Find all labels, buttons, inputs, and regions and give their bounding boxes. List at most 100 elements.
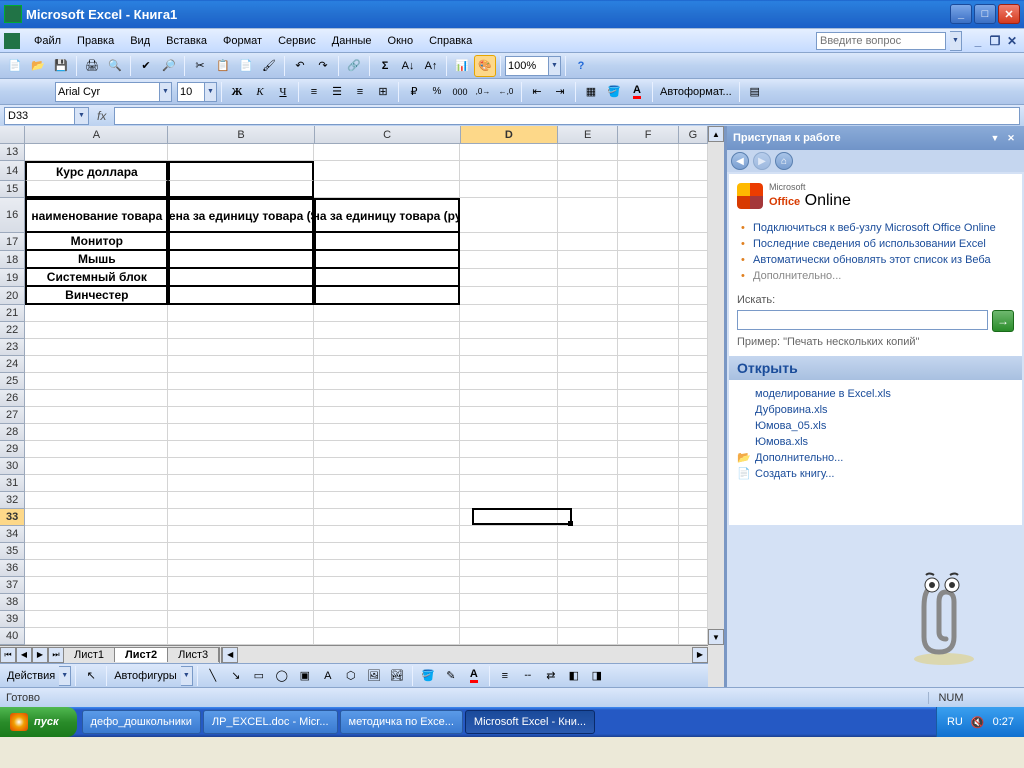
cell-E39[interactable]	[558, 611, 618, 628]
new-button[interactable]: 📄	[4, 55, 26, 77]
row-header-38[interactable]: 38	[0, 594, 25, 611]
cell-C16[interactable]: цена за единицу товара (руб.)	[314, 198, 460, 233]
picture-button[interactable]: 🏞	[386, 665, 408, 687]
namebox-arrow-icon[interactable]: ▼	[74, 108, 88, 124]
sheet-tab-Лист3[interactable]: Лист3	[167, 647, 219, 662]
row-header-32[interactable]: 32	[0, 492, 25, 509]
cell-C19[interactable]	[314, 269, 460, 287]
cell-F24[interactable]	[618, 356, 678, 373]
borders-button[interactable]: ▦	[580, 81, 602, 103]
draw-fill-color-button[interactable]: 🪣	[417, 665, 439, 687]
row-header-36[interactable]: 36	[0, 560, 25, 577]
cell-A24[interactable]	[25, 356, 168, 373]
cell-A29[interactable]	[25, 441, 168, 458]
cell-C17[interactable]	[314, 233, 460, 251]
cell-G27[interactable]	[679, 407, 708, 424]
cell-D32[interactable]	[460, 492, 557, 509]
taskbar-task-2[interactable]: методичка по Exce...	[340, 710, 463, 734]
cell-F13[interactable]	[618, 144, 678, 161]
cell-E33[interactable]	[558, 509, 618, 526]
cell-F37[interactable]	[618, 577, 678, 594]
cell-D16[interactable]	[460, 198, 557, 233]
cell-B14[interactable]	[168, 161, 314, 181]
fill-color-button[interactable]: 🪣	[603, 81, 625, 103]
cell-D23[interactable]	[460, 339, 557, 356]
undo-button[interactable]: ↶	[289, 55, 311, 77]
cell-C28[interactable]	[314, 424, 460, 441]
cell-A37[interactable]	[25, 577, 168, 594]
cell-F26[interactable]	[618, 390, 678, 407]
cell-A38[interactable]	[25, 594, 168, 611]
cell-B25[interactable]	[168, 373, 314, 390]
cell-G29[interactable]	[679, 441, 708, 458]
align-left-button[interactable]: ≡	[303, 81, 325, 103]
vscroll-down-button[interactable]: ▼	[708, 629, 724, 645]
cell-D19[interactable]	[460, 269, 557, 287]
cell-E13[interactable]	[558, 144, 618, 161]
cell-D24[interactable]	[460, 356, 557, 373]
merge-center-button[interactable]: ⊞	[372, 81, 394, 103]
cell-D15[interactable]	[460, 181, 557, 198]
cell-F28[interactable]	[618, 424, 678, 441]
cell-F39[interactable]	[618, 611, 678, 628]
cell-A30[interactable]	[25, 458, 168, 475]
maximize-button[interactable]: □	[974, 4, 996, 24]
cell-D36[interactable]	[460, 560, 557, 577]
cell-C21[interactable]	[314, 305, 460, 322]
recent-file-1[interactable]: Дубровина.xls	[737, 402, 1014, 418]
row-header-20[interactable]: 20	[0, 287, 25, 305]
menu-edit[interactable]: Правка	[69, 32, 122, 50]
cell-D33[interactable]	[460, 509, 557, 526]
cell-A20[interactable]: Винчестер	[25, 287, 168, 305]
cell-G17[interactable]	[679, 233, 708, 251]
cell-B37[interactable]	[168, 577, 314, 594]
cell-C40[interactable]	[314, 628, 460, 645]
cell-G22[interactable]	[679, 322, 708, 339]
cell-C30[interactable]	[314, 458, 460, 475]
cell-C38[interactable]	[314, 594, 460, 611]
menu-data[interactable]: Данные	[324, 32, 380, 50]
cell-E21[interactable]	[558, 305, 618, 322]
row-header-35[interactable]: 35	[0, 543, 25, 560]
cell-G23[interactable]	[679, 339, 708, 356]
cell-C18[interactable]	[314, 251, 460, 269]
cell-C25[interactable]	[314, 373, 460, 390]
bold-button[interactable]: Ж	[226, 81, 248, 103]
hyperlink-button[interactable]: 🔗	[343, 55, 365, 77]
cell-A26[interactable]	[25, 390, 168, 407]
cell-C14[interactable]	[314, 161, 460, 181]
cell-D39[interactable]	[460, 611, 557, 628]
row-header-19[interactable]: 19	[0, 269, 25, 287]
currency-button[interactable]: ₽	[403, 81, 425, 103]
cell-D30[interactable]	[460, 458, 557, 475]
cell-A40[interactable]	[25, 628, 168, 645]
close-button[interactable]: ✕	[998, 4, 1020, 24]
line-style-button[interactable]: ≡	[494, 665, 516, 687]
menu-file[interactable]: Файл	[26, 32, 69, 50]
cell-D28[interactable]	[460, 424, 557, 441]
row-header-37[interactable]: 37	[0, 577, 25, 594]
cell-A15[interactable]	[25, 181, 168, 198]
cell-G13[interactable]	[679, 144, 708, 161]
cell-G30[interactable]	[679, 458, 708, 475]
taskpane-back-icon[interactable]: ◀	[731, 152, 749, 170]
col-header-B[interactable]: B	[168, 126, 314, 143]
row-header-40[interactable]: 40	[0, 628, 25, 645]
cell-B20[interactable]	[168, 287, 314, 305]
cell-G38[interactable]	[679, 594, 708, 611]
cell-A36[interactable]	[25, 560, 168, 577]
cell-G18[interactable]	[679, 251, 708, 269]
cell-G20[interactable]	[679, 287, 708, 305]
row-header-21[interactable]: 21	[0, 305, 25, 322]
fx-icon[interactable]: fx	[97, 109, 106, 123]
cell-B30[interactable]	[168, 458, 314, 475]
tray-lang[interactable]: RU	[947, 716, 963, 728]
cell-A31[interactable]	[25, 475, 168, 492]
cell-A28[interactable]	[25, 424, 168, 441]
hscroll-left-button[interactable]: ◀	[222, 647, 238, 663]
cell-D35[interactable]	[460, 543, 557, 560]
conditional-format-button[interactable]: ▤	[744, 81, 766, 103]
row-header-39[interactable]: 39	[0, 611, 25, 628]
cell-G21[interactable]	[679, 305, 708, 322]
italic-button[interactable]: К	[249, 81, 271, 103]
